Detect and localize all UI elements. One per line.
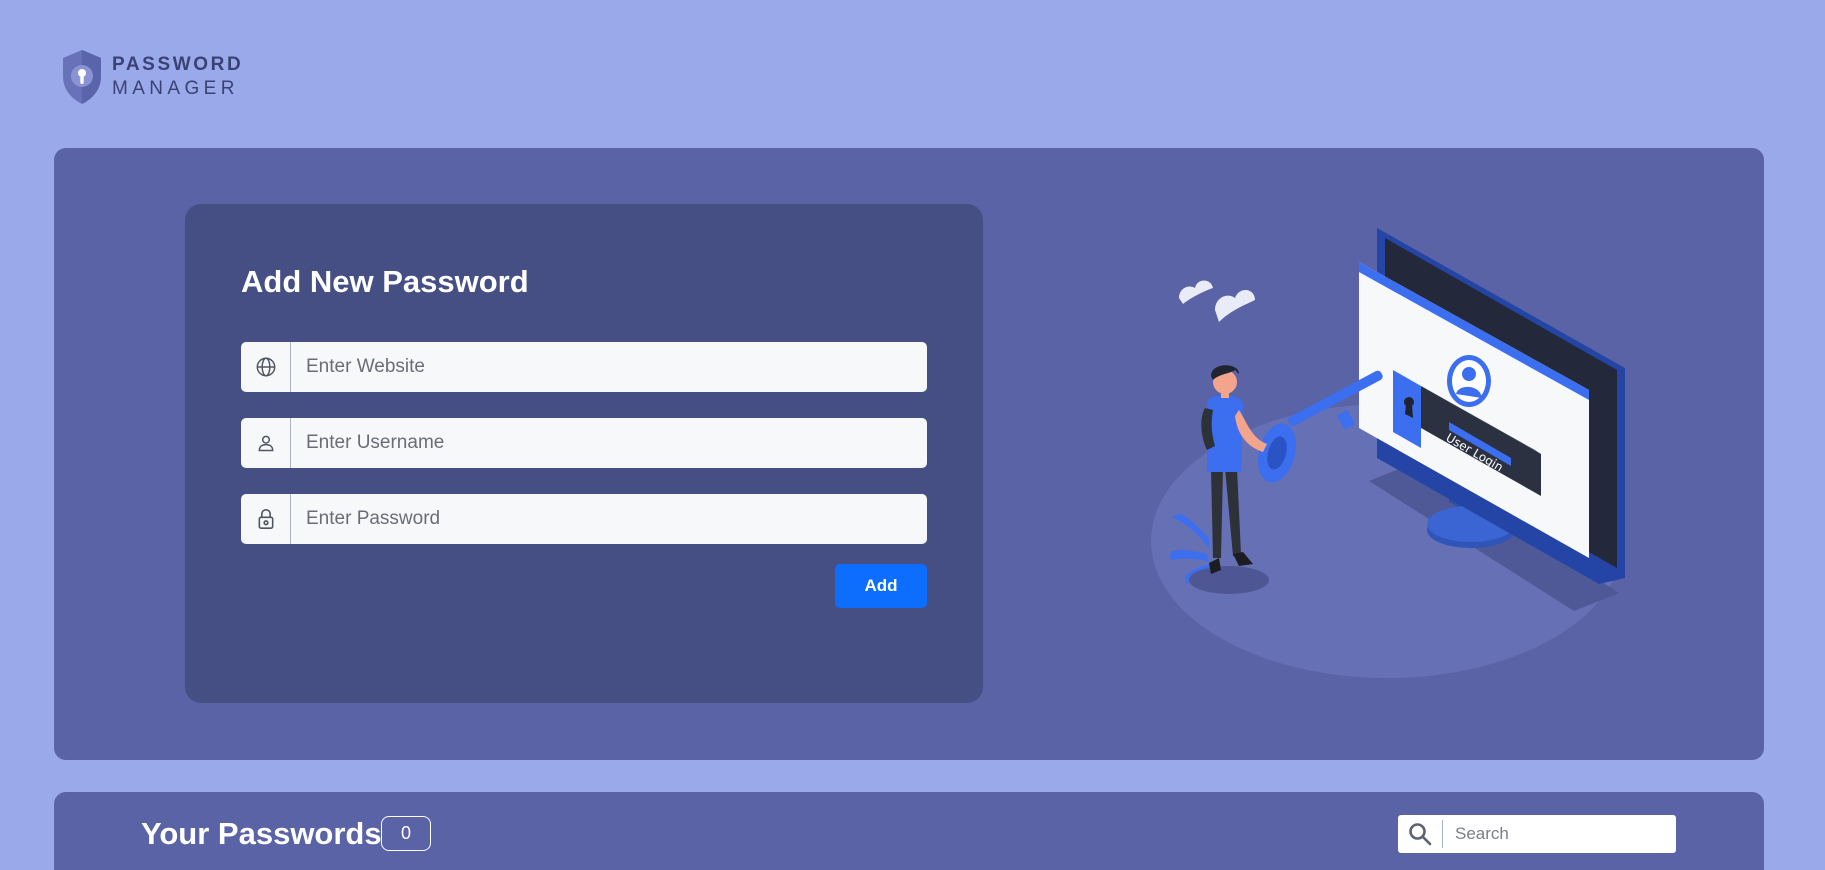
app-logo: PASSWORD MANAGER [60, 48, 243, 106]
globe-icon [241, 342, 291, 392]
user-login-illustration: User Login [1151, 228, 1625, 678]
search-box [1398, 815, 1676, 853]
website-input[interactable] [291, 342, 927, 392]
shield-keyhole-icon [63, 50, 101, 104]
add-password-section: Add New Password Enter Website Enter Use… [54, 148, 1764, 760]
passwords-title: Your Passwords [141, 816, 382, 851]
search-icon [1398, 820, 1443, 848]
passwords-section: Your Passwords 0 [54, 792, 1764, 870]
add-password-card: Add New Password Enter Website Enter Use… [185, 204, 983, 703]
username-input[interactable] [291, 418, 927, 468]
username-field [241, 418, 927, 468]
user-avatar-icon [1447, 355, 1491, 407]
add-button[interactable]: Add [835, 564, 927, 608]
user-icon [241, 418, 291, 468]
logo-line-1: PASSWORD [112, 54, 244, 75]
password-input[interactable] [291, 494, 927, 544]
website-field [241, 342, 927, 392]
cloud-icon [1179, 280, 1255, 322]
search-input[interactable] [1443, 824, 1676, 844]
lock-icon [241, 494, 291, 544]
logo-text: PASSWORD MANAGER [112, 53, 243, 101]
passwords-count-badge: 0 [381, 816, 431, 851]
password-field [241, 494, 927, 544]
logo-line-2: MANAGER [112, 78, 239, 99]
form-title: Add New Password [241, 264, 529, 299]
